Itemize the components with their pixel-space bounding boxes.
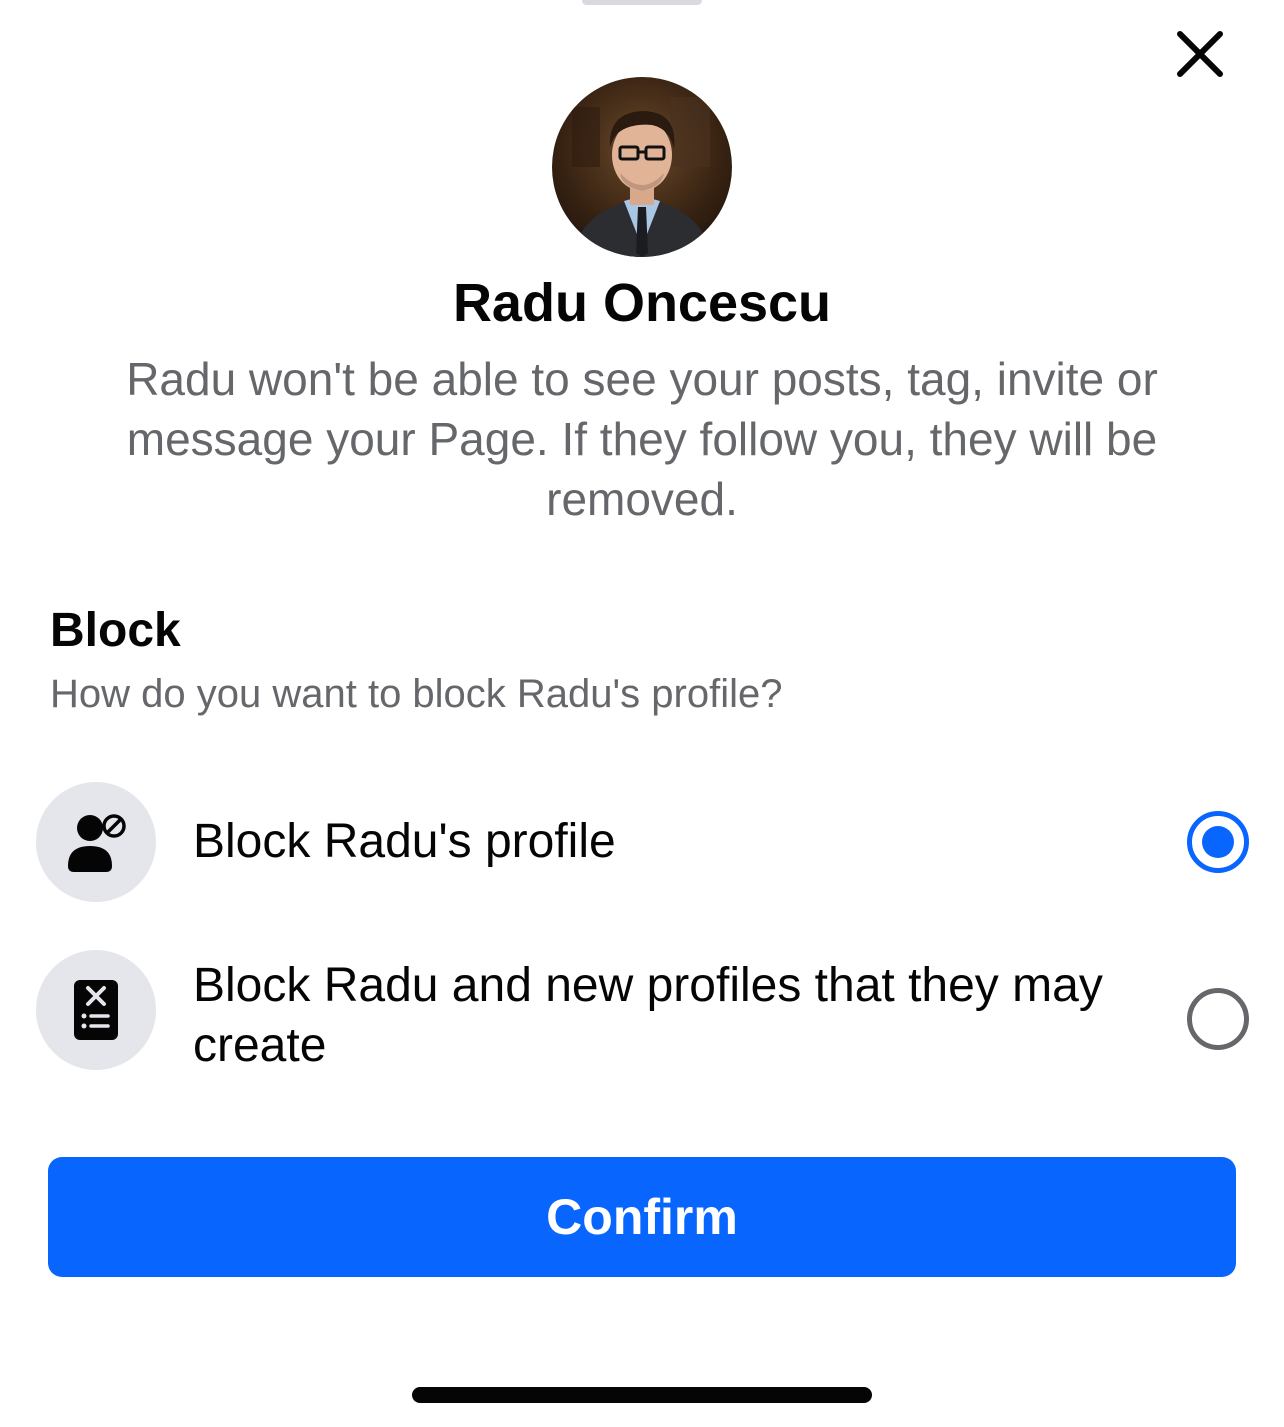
option-block-profile[interactable]: Block Radu's profile (0, 782, 1284, 902)
option-label: Block Radu and new profiles that they ma… (193, 959, 1103, 1072)
confirm-button[interactable]: Confirm (48, 1157, 1236, 1277)
person-block-icon (36, 782, 156, 902)
sheet-grabber[interactable] (582, 0, 702, 5)
home-indicator (412, 1387, 872, 1403)
blocklist-icon (36, 950, 156, 1070)
block-sheet: Radu Oncescu Radu won't be able to see y… (0, 0, 1284, 1427)
close-icon (1177, 31, 1223, 77)
option-label: Block Radu's profile (193, 815, 616, 868)
close-button[interactable] (1168, 22, 1232, 86)
section-title: Block (50, 604, 181, 657)
radio-button-selected[interactable] (1187, 811, 1249, 873)
option-block-new-profiles[interactable]: Block Radu and new profiles that they ma… (0, 950, 1284, 1080)
section-subtitle: How do you want to block Radu's profile? (50, 672, 783, 716)
profile-name: Radu Oncescu (452, 273, 832, 333)
profile-avatar (552, 77, 732, 257)
block-description: Radu won't be able to see your posts, ta… (126, 353, 1158, 525)
radio-button-unselected[interactable] (1187, 988, 1249, 1050)
